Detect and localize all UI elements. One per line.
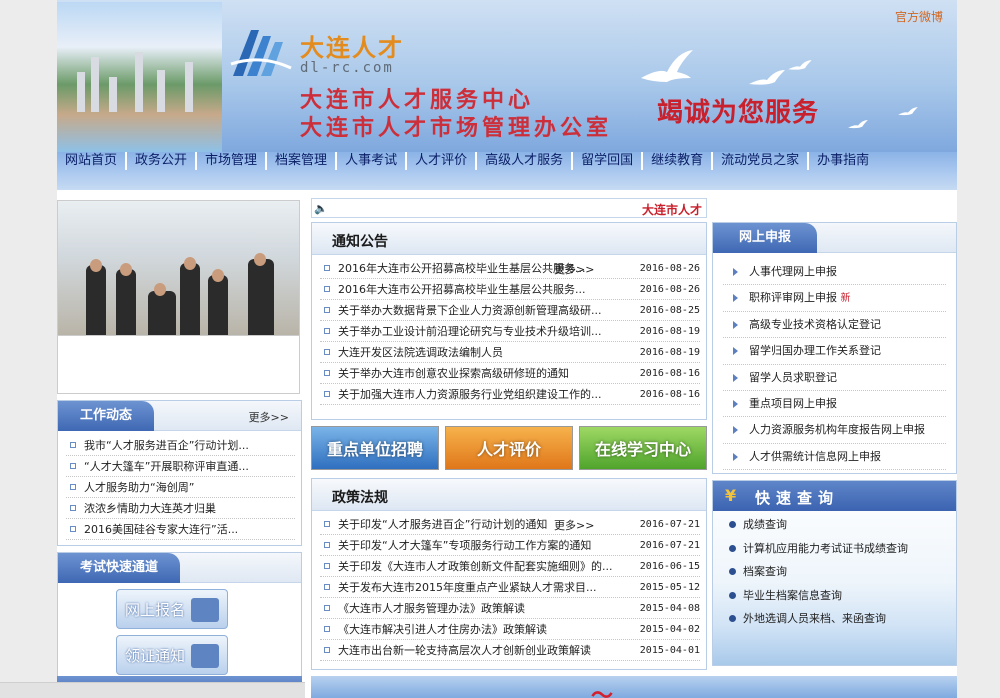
left-column: 工作动态 更多>> 我市“人才服务进百企”行动计划... “人才大篷车”开展职称… [57, 200, 302, 680]
notice-list: 2016年大连市公开招募高校毕业生基层公共服务... 2016-08-26 201… [312, 255, 706, 405]
list-item[interactable]: 计算机应用能力考试证书成绩查询 [721, 537, 948, 561]
nav-archive[interactable]: 档案管理 [267, 152, 338, 170]
list-item[interactable]: 人才服务助力“海创周” [66, 477, 295, 498]
marquee-text[interactable]: 大连市人才 [642, 201, 702, 217]
list-item[interactable]: 毕业生档案信息查询 [721, 584, 948, 608]
work-news-title: 工作动态 [58, 401, 155, 431]
org-name-2: 大连市人才市场管理办公室 [300, 116, 613, 141]
notice-title: 通知公告 [332, 234, 388, 250]
policy-list: 关于印发“人才服务进百企”行动计划的通知 2016-07-21 关于印发“人才大篷… [312, 511, 706, 661]
notice-more-link[interactable]: 更多>> [554, 261, 594, 277]
list-item[interactable]: 档案查询 [721, 560, 948, 584]
new-badge: 新 [840, 293, 851, 305]
table-row[interactable]: 2016年大连市公开招募高校毕业生基层公共服务... 2016-08-26 [320, 279, 700, 300]
work-news-more-link[interactable]: 更多>> [249, 409, 289, 425]
work-news-box: 工作动态 更多>> 我市“人才服务进百企”行动计划... “人才大篷车”开展职称… [57, 400, 302, 546]
dove-icon [749, 70, 785, 85]
middle-column: 🔈 大连市人才 通知公告 更多>> 2016年大连市公开招募高校毕业生基层公共服… [311, 198, 707, 670]
table-row[interactable]: 关于发布大连市2015年度重点产业紧缺人才需求目... 2015-05-12 [320, 577, 700, 598]
policy-more-link[interactable]: 更多>> [554, 517, 594, 533]
table-row[interactable]: 关于举办大连市创意农业探索高级研修班的通知 2016-08-16 [320, 363, 700, 384]
page: 大连人才 dl-rc.com 大连市人才服务中心 大连市人才市场管理办公室 竭诚… [57, 0, 957, 698]
nav-education[interactable]: 继续教育 [643, 152, 714, 170]
table-row[interactable]: 《大连市解决引进人才住房办法》政策解读 2015-04-02 [320, 619, 700, 640]
table-row[interactable]: 大连开发区法院选调政法编制人员 2016-08-19 [320, 342, 700, 363]
online-registration-button[interactable]: 网上报名 [116, 589, 228, 629]
nav-gov[interactable]: 政务公开 [127, 152, 198, 170]
list-item[interactable]: “人才大篷车”开展职称评审直通... [66, 456, 295, 477]
list-item[interactable]: 浓浓乡情助力大连英才归巢 [66, 498, 295, 519]
table-row[interactable]: 关于印发“人才服务进百企”行动计划的通知 2016-07-21 [320, 514, 700, 535]
table-row[interactable]: 关于举办大数据背景下企业人力资源创新管理高级研... 2016-08-25 [320, 300, 700, 321]
right-column: 网上申报 人事代理网上申报 职称评审网上申报 新 高级专业技术资格认定登记 留学… [712, 222, 957, 666]
city-photo [57, 2, 222, 152]
dove-icon [788, 60, 812, 70]
list-item[interactable]: 留学人员求职登记 [723, 365, 946, 391]
logo-url: dl-rc.com [300, 60, 394, 76]
quick-query-title: 快速查询 [755, 489, 840, 507]
list-item[interactable]: 我市“人才服务进百企”行动计划... [66, 435, 295, 456]
policy-box: 政策法规 更多>> 关于印发“人才服务进百企”行动计划的通知 2016-07-21… [311, 478, 707, 670]
table-row[interactable]: 关于举办工业设计前沿理论研究与专业技术升级培训... 2016-08-19 [320, 321, 700, 342]
dove-icon [898, 107, 918, 116]
table-row[interactable]: 关于印发《大连市人才政策创新文件配套实施细则》的... 2016-06-15 [320, 556, 700, 577]
logo-text: 大连人才 [300, 34, 404, 62]
bottom-banner[interactable]: 〜 [311, 676, 957, 698]
slogan: 竭诚为您服务 [657, 98, 820, 128]
talent-evaluation-button[interactable]: 人才评价 [445, 426, 573, 470]
nav-evaluation[interactable]: 人才评价 [407, 152, 478, 170]
list-item[interactable]: 人才供需统计信息网上申报 [723, 444, 946, 471]
nav-home[interactable]: 网站首页 [57, 152, 128, 170]
table-row[interactable]: 2016年大连市公开招募高校毕业生基层公共服务... 2016-08-26 [320, 258, 700, 279]
nav-senior-talent[interactable]: 高级人才服务 [477, 152, 574, 170]
weibo-link[interactable]: 官方微博 [895, 8, 943, 25]
list-item[interactable]: 2016美国硅谷专家大连行”活... [66, 519, 295, 540]
list-item[interactable]: 人力资源服务机构年度报告网上申报 [723, 417, 946, 444]
certificate-notice-button[interactable]: 领证通知 [116, 635, 228, 675]
policy-title: 政策法规 [332, 490, 388, 506]
list-item[interactable]: 外地选调人员来档、来函查询 [721, 607, 948, 631]
header-banner: 大连人才 dl-rc.com 大连市人才服务中心 大连市人才市场管理办公室 竭诚… [57, 0, 957, 152]
exam-channel-box: 考试快速通道 网上报名 领证通知 [57, 552, 302, 680]
list-item[interactable]: 重点项目网上申报 [723, 391, 946, 418]
key-employer-recruit-button[interactable]: 重点单位招聘 [311, 426, 439, 470]
logo-icon [230, 30, 292, 76]
notice-box: 通知公告 更多>> 2016年大连市公开招募高校毕业生基层公共服务... 2016… [311, 222, 707, 420]
dove-icon [641, 50, 693, 82]
nav-party[interactable]: 流动党员之家 [713, 152, 810, 170]
nav-guide[interactable]: 办事指南 [809, 152, 877, 170]
banner-art: 〜 [591, 684, 614, 698]
nav-exam[interactable]: 人事考试 [337, 152, 408, 170]
dove-icon [848, 120, 868, 129]
online-apply-title: 网上申报 [713, 223, 818, 253]
list-item[interactable]: 职称评审网上申报 新 [723, 285, 946, 312]
list-item[interactable]: 人事代理网上申报 [723, 259, 946, 286]
photo-caption [57, 336, 300, 394]
speaker-icon: 🔈 [314, 202, 328, 215]
list-item[interactable]: 成绩查询 [721, 513, 948, 537]
person-icon [191, 644, 219, 668]
nav-market[interactable]: 市场管理 [197, 152, 268, 170]
table-row[interactable]: 关于加强大连市人力资源服务行业党组织建设工作的... 2016-08-16 [320, 384, 700, 405]
online-apply-box: 网上申报 人事代理网上申报 职称评审网上申报 新 高级专业技术资格认定登记 留学… [712, 222, 957, 474]
promo-buttons: 重点单位招聘 人才评价 在线学习中心 [311, 426, 707, 470]
signpost-icon: ¥ [725, 486, 737, 505]
table-row[interactable]: 关于印发“人才大篷车”专项服务行动工作方案的通知 2016-07-21 [320, 535, 700, 556]
marquee-bar: 🔈 大连市人才 [311, 198, 707, 218]
computer-icon [191, 598, 219, 622]
table-row[interactable]: 《大连市人才服务管理办法》政策解读 2015-04-08 [320, 598, 700, 619]
table-row[interactable]: 大连市出台新一轮支持高层次人才创新创业政策解读 2015-04-01 [320, 640, 700, 661]
nav-study-abroad[interactable]: 留学回国 [573, 152, 644, 170]
list-item[interactable]: 留学归国办理工作关系登记 [723, 338, 946, 365]
horizontal-scrollbar[interactable] [0, 682, 305, 698]
list-item[interactable]: 高级专业技术资格认定登记 [723, 312, 946, 339]
online-learning-button[interactable]: 在线学习中心 [579, 426, 707, 470]
quick-query-box: ¥ 快速查询 成绩查询 计算机应用能力考试证书成绩查询 档案查询 毕业生档案信息… [712, 480, 957, 666]
news-photo[interactable] [57, 200, 300, 336]
main-nav: 网站首页 政务公开 市场管理 档案管理 人事考试 人才评价 高级人才服务 留学回… [57, 152, 957, 190]
exam-channel-title: 考试快速通道 [58, 553, 181, 583]
